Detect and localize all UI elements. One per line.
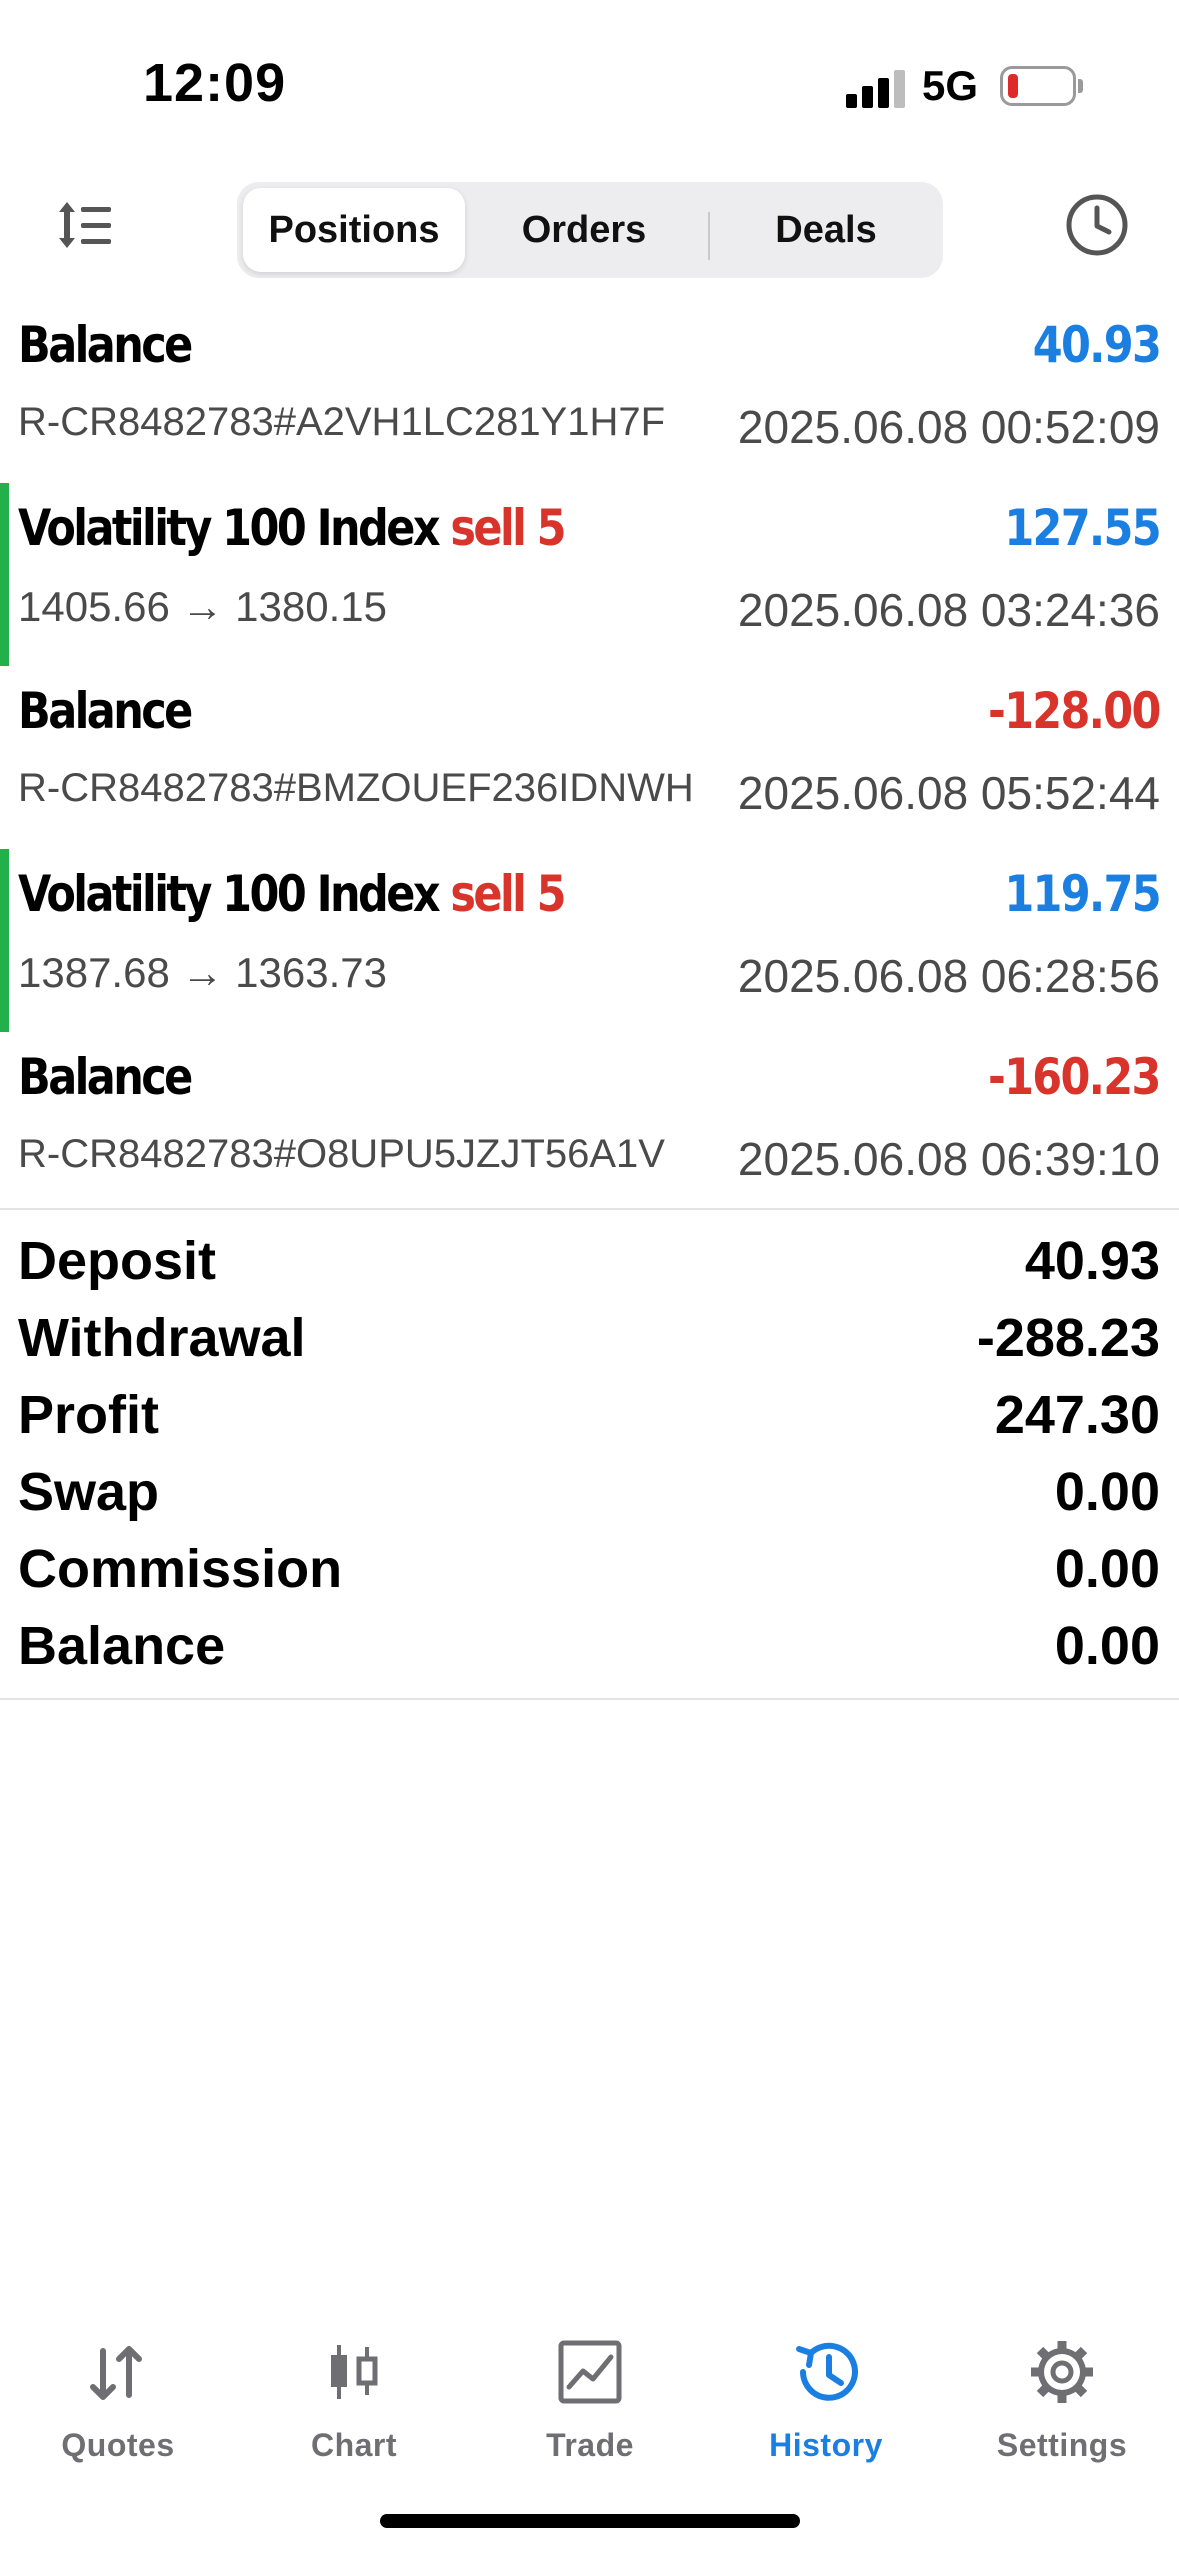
deal-row-balance[interactable]: Balance -128.00 R-CR8482783#BMZOUEF236ID… — [0, 666, 1179, 849]
history-clock-icon — [796, 2342, 858, 2401]
summary-row-deposit: Deposit 40.93 — [0, 1220, 1179, 1297]
history-segmented-control: Positions Orders Deals — [237, 182, 943, 278]
summary-panel: Deposit 40.93 Withdrawal -288.23 Profit … — [0, 1220, 1179, 1682]
segment-divider — [708, 212, 710, 260]
toolbar: Positions Orders Deals — [0, 170, 1179, 300]
summary-divider-bottom — [0, 1698, 1179, 1700]
deal-time: 2025.06.08 05:52:44 — [737, 767, 1160, 819]
summary-label: Commission — [18, 1539, 343, 1599]
deal-comment: R-CR8482783#O8UPU5JZJT56A1V — [18, 1132, 665, 1176]
deal-time: 2025.06.08 06:28:56 — [737, 950, 1160, 1002]
deal-title: Balance — [18, 682, 193, 740]
home-indicator[interactable] — [380, 2514, 800, 2528]
sort-list-icon — [59, 202, 111, 248]
deal-row-balance[interactable]: Balance 40.93 R-CR8482783#A2VH1LC281Y1H7… — [0, 300, 1179, 483]
tab-label: History — [769, 2427, 883, 2463]
summary-label: Balance — [18, 1616, 226, 1676]
trade-indicator-bar — [0, 849, 9, 1032]
deal-comment: R-CR8482783#BMZOUEF236IDNWH — [18, 766, 694, 810]
deal-action: sell 5 — [450, 499, 566, 557]
deal-action: sell 5 — [450, 865, 566, 923]
summary-label: Withdrawal — [18, 1308, 306, 1368]
sort-button[interactable] — [50, 190, 120, 260]
summary-label: Profit — [18, 1385, 159, 1445]
tab-trade[interactable]: Trade — [472, 2310, 708, 2470]
summary-row-withdrawal: Withdrawal -288.23 — [0, 1297, 1179, 1374]
status-time: 12:09 — [143, 53, 287, 113]
tab-history[interactable]: History — [708, 2310, 944, 2470]
deal-comment: R-CR8482783#A2VH1LC281Y1H7F — [18, 400, 666, 444]
summary-label: Swap — [18, 1462, 160, 1522]
deal-amount: -160.23 — [988, 1048, 1161, 1106]
gear-icon — [1031, 2341, 1093, 2403]
tab-settings[interactable]: Settings — [944, 2310, 1179, 2470]
status-bar: 12:09 5G — [0, 0, 1179, 170]
deal-title: Volatility 100 Index sell 5 — [18, 865, 567, 923]
deal-time: 2025.06.08 00:52:09 — [737, 401, 1160, 453]
trade-indicator-bar — [0, 483, 9, 666]
deal-symbol: Volatility 100 Index — [18, 499, 441, 557]
candlestick-icon — [331, 2345, 378, 2399]
summary-row-profit: Profit 247.30 — [0, 1374, 1179, 1451]
summary-label: Deposit — [18, 1231, 217, 1291]
tab-orders[interactable]: Orders — [473, 188, 695, 272]
deal-title: Volatility 100 Index sell 5 — [18, 499, 567, 557]
deal-amount: 40.93 — [1032, 316, 1162, 374]
tab-positions[interactable]: Positions — [243, 188, 465, 272]
summary-row-commission: Commission 0.00 — [0, 1528, 1179, 1605]
tab-chart[interactable]: Chart — [236, 2310, 472, 2470]
summary-value: 40.93 — [1024, 1231, 1160, 1291]
battery-cap — [1078, 79, 1083, 93]
tab-label: Trade — [546, 2427, 634, 2463]
clock-icon[interactable] — [1064, 192, 1130, 258]
tab-label: Chart — [310, 2427, 398, 2463]
trade-chart-icon — [558, 2340, 622, 2404]
summary-value: -288.23 — [976, 1308, 1160, 1368]
summary-row-balance: Balance 0.00 — [0, 1605, 1179, 1682]
deal-row-trade[interactable]: Volatility 100 Index sell 5 119.75 1387.… — [0, 849, 1179, 1032]
quotes-arrows-icon — [90, 2346, 142, 2400]
tab-deals[interactable]: Deals — [715, 188, 937, 272]
summary-value: 0.00 — [1054, 1462, 1160, 1522]
tab-quotes[interactable]: Quotes — [0, 2310, 236, 2470]
battery-icon — [1000, 66, 1076, 106]
deal-profit: 119.75 — [1004, 865, 1161, 923]
deal-row-trade[interactable]: Volatility 100 Index sell 5 127.55 1405.… — [0, 483, 1179, 666]
deals-list: Balance 40.93 R-CR8482783#A2VH1LC281Y1H7… — [0, 300, 1179, 1215]
deal-amount: -128.00 — [988, 682, 1161, 740]
deal-row-balance[interactable]: Balance -160.23 R-CR8482783#O8UPU5JZJT56… — [0, 1032, 1179, 1215]
summary-value: 247.30 — [994, 1385, 1160, 1445]
signal-icon — [846, 68, 906, 108]
deal-time: 2025.06.08 06:39:10 — [737, 1133, 1160, 1185]
deal-prices: 1387.68 → 1363.73 — [18, 949, 387, 996]
summary-row-swap: Swap 0.00 — [0, 1451, 1179, 1528]
tab-label: Settings — [996, 2427, 1128, 2463]
bottom-tab-bar: Quotes Chart Trade History Settings — [0, 2310, 1179, 2510]
deal-title: Balance — [18, 1048, 193, 1106]
deal-time: 2025.06.08 03:24:36 — [737, 584, 1160, 636]
summary-divider-top — [0, 1208, 1179, 1210]
tab-label: Quotes — [61, 2427, 175, 2463]
deal-title: Balance — [18, 316, 193, 374]
deal-profit: 127.55 — [1004, 499, 1161, 557]
summary-value: 0.00 — [1054, 1616, 1160, 1676]
deal-prices: 1405.66 → 1380.15 — [18, 583, 387, 630]
summary-value: 0.00 — [1054, 1539, 1160, 1599]
deal-symbol: Volatility 100 Index — [18, 865, 441, 923]
network-type: 5G — [922, 62, 979, 109]
